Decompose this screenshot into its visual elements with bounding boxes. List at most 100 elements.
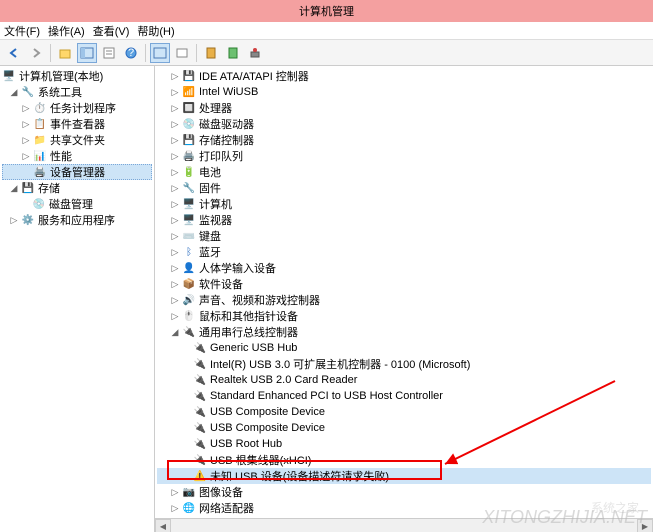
- expand-icon[interactable]: ▷: [20, 134, 32, 146]
- device-computer[interactable]: ▷🖥️计算机: [157, 196, 651, 212]
- bluetooth-icon: ᛒ: [182, 245, 196, 259]
- expand-icon[interactable]: ▷: [20, 150, 32, 162]
- sound-icon: 🔊: [182, 293, 196, 307]
- device-usb-composite1[interactable]: 🔌USB Composite Device: [157, 404, 651, 420]
- update-button[interactable]: [223, 43, 243, 63]
- expand-icon[interactable]: ▷: [169, 198, 181, 210]
- usb-device-icon: 🔌: [193, 405, 207, 419]
- expand-icon[interactable]: ▷: [169, 246, 181, 258]
- tree-performance[interactable]: ▷ 📊 性能: [2, 148, 152, 164]
- device-imaging[interactable]: ▷📷图像设备: [157, 484, 651, 500]
- tree-root[interactable]: 🖥️ 计算机管理(本地): [2, 68, 152, 84]
- uninstall-button[interactable]: [245, 43, 265, 63]
- tree-shared-folders[interactable]: ▷ 📁 共享文件夹: [2, 132, 152, 148]
- device-keyboard[interactable]: ▷⌨️键盘: [157, 228, 651, 244]
- device-monitor[interactable]: ▷🖥️监视器: [157, 212, 651, 228]
- menu-action[interactable]: 操作(A): [48, 23, 85, 39]
- expand-icon[interactable]: ▷: [169, 230, 181, 242]
- device-software[interactable]: ▷📦软件设备: [157, 276, 651, 292]
- device-usb-root-hub[interactable]: 🔌USB Root Hub: [157, 436, 651, 452]
- show-tree-button[interactable]: [77, 43, 97, 63]
- up-button[interactable]: [55, 43, 75, 63]
- device-usb-intel3[interactable]: 🔌Intel(R) USB 3.0 可扩展主机控制器 - 0100 (Micro…: [157, 356, 651, 372]
- tree-label: 磁盘管理: [49, 196, 93, 212]
- device-mouse[interactable]: ▷🖱️鼠标和其他指针设备: [157, 308, 651, 324]
- collapse-icon[interactable]: ◢: [8, 182, 20, 194]
- expand-icon[interactable]: ▷: [169, 134, 181, 146]
- expand-icon[interactable]: ▷: [169, 502, 181, 514]
- expand-icon[interactable]: ▷: [169, 118, 181, 130]
- imaging-icon: 📷: [182, 485, 196, 499]
- expand-icon[interactable]: ▷: [169, 102, 181, 114]
- properties-button[interactable]: [99, 43, 119, 63]
- device-bluetooth[interactable]: ▷ᛒ蓝牙: [157, 244, 651, 260]
- expand-icon[interactable]: ▷: [169, 278, 181, 290]
- device-print[interactable]: ▷🖨️打印队列: [157, 148, 651, 164]
- expand-icon[interactable]: ▷: [169, 86, 181, 98]
- device-label: 固件: [199, 180, 221, 196]
- usb-device-icon: 🔌: [193, 421, 207, 435]
- tree-services[interactable]: ▷ ⚙️ 服务和应用程序: [2, 212, 152, 228]
- forward-button[interactable]: [26, 43, 46, 63]
- device-disk[interactable]: ▷💿磁盘驱动器: [157, 116, 651, 132]
- collapse-icon[interactable]: ◢: [169, 326, 181, 338]
- scroll-track[interactable]: [171, 519, 637, 532]
- device-ide[interactable]: ▷💾IDE ATA/ATAPI 控制器: [157, 68, 651, 84]
- storage-icon: 💾: [21, 181, 35, 195]
- device-label: 计算机: [199, 196, 232, 212]
- device-usb-std-enhanced[interactable]: 🔌Standard Enhanced PCI to USB Host Contr…: [157, 388, 651, 404]
- expand-icon[interactable]: ▷: [169, 294, 181, 306]
- device-network[interactable]: ▷🌐网络适配器: [157, 500, 651, 516]
- expand-icon[interactable]: ▷: [20, 118, 32, 130]
- menu-bar: 文件(F) 操作(A) 查看(V) 帮助(H): [0, 22, 653, 40]
- scan-button[interactable]: [201, 43, 221, 63]
- tree-task-scheduler[interactable]: ▷ ⏱️ 任务计划程序: [2, 100, 152, 116]
- expand-icon[interactable]: ▷: [20, 102, 32, 114]
- back-button[interactable]: [4, 43, 24, 63]
- device-usb-xhci[interactable]: 🔌USB 根集线器(xHCI): [157, 452, 651, 468]
- expand-icon[interactable]: ▷: [169, 166, 181, 178]
- expand-icon[interactable]: ▷: [169, 70, 181, 82]
- device-battery[interactable]: ▷🔋电池: [157, 164, 651, 180]
- device-firmware[interactable]: ▷🔧固件: [157, 180, 651, 196]
- expand-icon[interactable]: ▷: [8, 214, 20, 226]
- expand-icon[interactable]: ▷: [169, 150, 181, 162]
- tree-device-manager[interactable]: 🖨️ 设备管理器: [2, 164, 152, 180]
- tree-disk-mgmt[interactable]: 💿 磁盘管理: [2, 196, 152, 212]
- device-label: 软件设备: [199, 276, 243, 292]
- device-usb-composite2[interactable]: 🔌USB Composite Device: [157, 420, 651, 436]
- help-button[interactable]: ?: [121, 43, 141, 63]
- device-label: USB Composite Device: [210, 406, 325, 418]
- tree-system-tools[interactable]: ◢ 🔧 系统工具: [2, 84, 152, 100]
- refresh-button[interactable]: [172, 43, 192, 63]
- tree-event-viewer[interactable]: ▷ 📋 事件查看器: [2, 116, 152, 132]
- expand-icon[interactable]: ▷: [169, 262, 181, 274]
- view-button[interactable]: [150, 43, 170, 63]
- menu-help[interactable]: 帮助(H): [137, 23, 174, 39]
- folder-icon: 📁: [33, 133, 47, 147]
- menu-file[interactable]: 文件(F): [4, 23, 40, 39]
- device-storage-ctrl[interactable]: ▷💾存储控制器: [157, 132, 651, 148]
- device-wiusb[interactable]: ▷📶Intel WiUSB: [157, 84, 651, 100]
- expand-icon[interactable]: ▷: [169, 182, 181, 194]
- device-cpu[interactable]: ▷🔲处理器: [157, 100, 651, 116]
- tree-storage[interactable]: ◢ 💾 存储: [2, 180, 152, 196]
- computer-mgmt-icon: 🖥️: [2, 69, 16, 83]
- device-usb-category[interactable]: ◢🔌通用串行总线控制器: [157, 324, 651, 340]
- device-sound[interactable]: ▷🔊声音、视频和游戏控制器: [157, 292, 651, 308]
- expand-icon[interactable]: ▷: [169, 214, 181, 226]
- device-label: 鼠标和其他指针设备: [199, 308, 298, 324]
- expand-icon[interactable]: ▷: [169, 486, 181, 498]
- device-usb-generic-hub[interactable]: 🔌Generic USB Hub: [157, 340, 651, 356]
- scroll-right-button[interactable]: ▶: [637, 519, 653, 532]
- device-usb-unknown[interactable]: ⚠️未知 USB 设备(设备描述符请求失败): [157, 468, 651, 484]
- separator: [196, 44, 197, 62]
- scroll-left-button[interactable]: ◀: [155, 519, 171, 532]
- collapse-icon[interactable]: ◢: [8, 86, 20, 98]
- horizontal-scrollbar[interactable]: ◀ ▶: [155, 518, 653, 532]
- device-hid[interactable]: ▷👤人体学输入设备: [157, 260, 651, 276]
- tree-label: 共享文件夹: [50, 132, 105, 148]
- device-usb-realtek[interactable]: 🔌Realtek USB 2.0 Card Reader: [157, 372, 651, 388]
- menu-view[interactable]: 查看(V): [93, 23, 130, 39]
- expand-icon[interactable]: ▷: [169, 310, 181, 322]
